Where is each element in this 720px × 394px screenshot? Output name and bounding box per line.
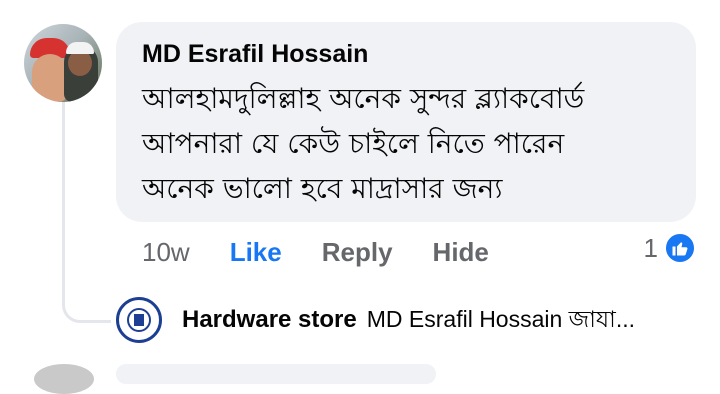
commenter-avatar[interactable] (24, 24, 102, 102)
comment-bubble: MD Esrafil Hossain আলহামদুলিল্লাহ অনেক স… (116, 22, 696, 222)
hardware-store-avatar[interactable] (116, 297, 162, 343)
next-comment-avatar[interactable] (34, 364, 94, 394)
reply-preview-row[interactable]: Hardware store MD Esrafil Hossain জাযা..… (116, 296, 635, 344)
thumbs-up-icon (664, 232, 696, 264)
comment-actions: 10w Like Reply Hide (142, 234, 529, 270)
like-button[interactable]: Like (230, 237, 282, 268)
hide-button[interactable]: Hide (433, 237, 489, 268)
comment-text: আলহামদুলিল্লাহ অনেক সুন্দর ব্ল্যাকবোর্ড … (142, 82, 585, 205)
avatar-cap (66, 42, 94, 54)
reply-author[interactable]: Hardware store (182, 306, 357, 334)
avatar-figure (32, 54, 68, 102)
reply-button[interactable]: Reply (322, 237, 393, 268)
reaction-count: 1 (643, 232, 658, 263)
comment-author[interactable]: MD Esrafil Hossain (142, 38, 670, 70)
comment-timestamp[interactable]: 10w (142, 237, 190, 268)
reply-preview-text: MD Esrafil Hossain জাযা... (366, 305, 636, 332)
thread-connector-line (62, 100, 111, 323)
next-comment-bubble (116, 364, 436, 384)
avatar-logo-mark (134, 314, 144, 326)
reaction-summary[interactable]: 1 (644, 232, 696, 264)
